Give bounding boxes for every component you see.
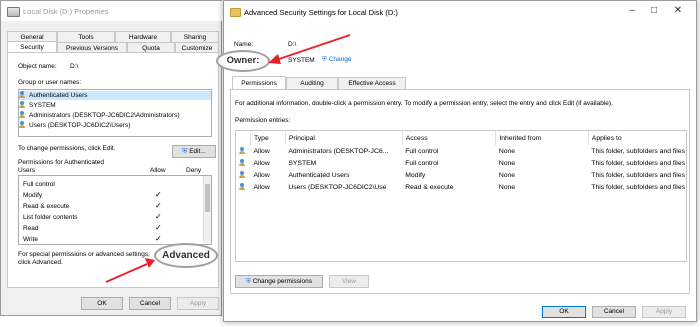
- annotation-arrows: [105, 34, 351, 283]
- owner-arrow: [268, 34, 351, 64]
- advanced-arrow: [105, 258, 155, 283]
